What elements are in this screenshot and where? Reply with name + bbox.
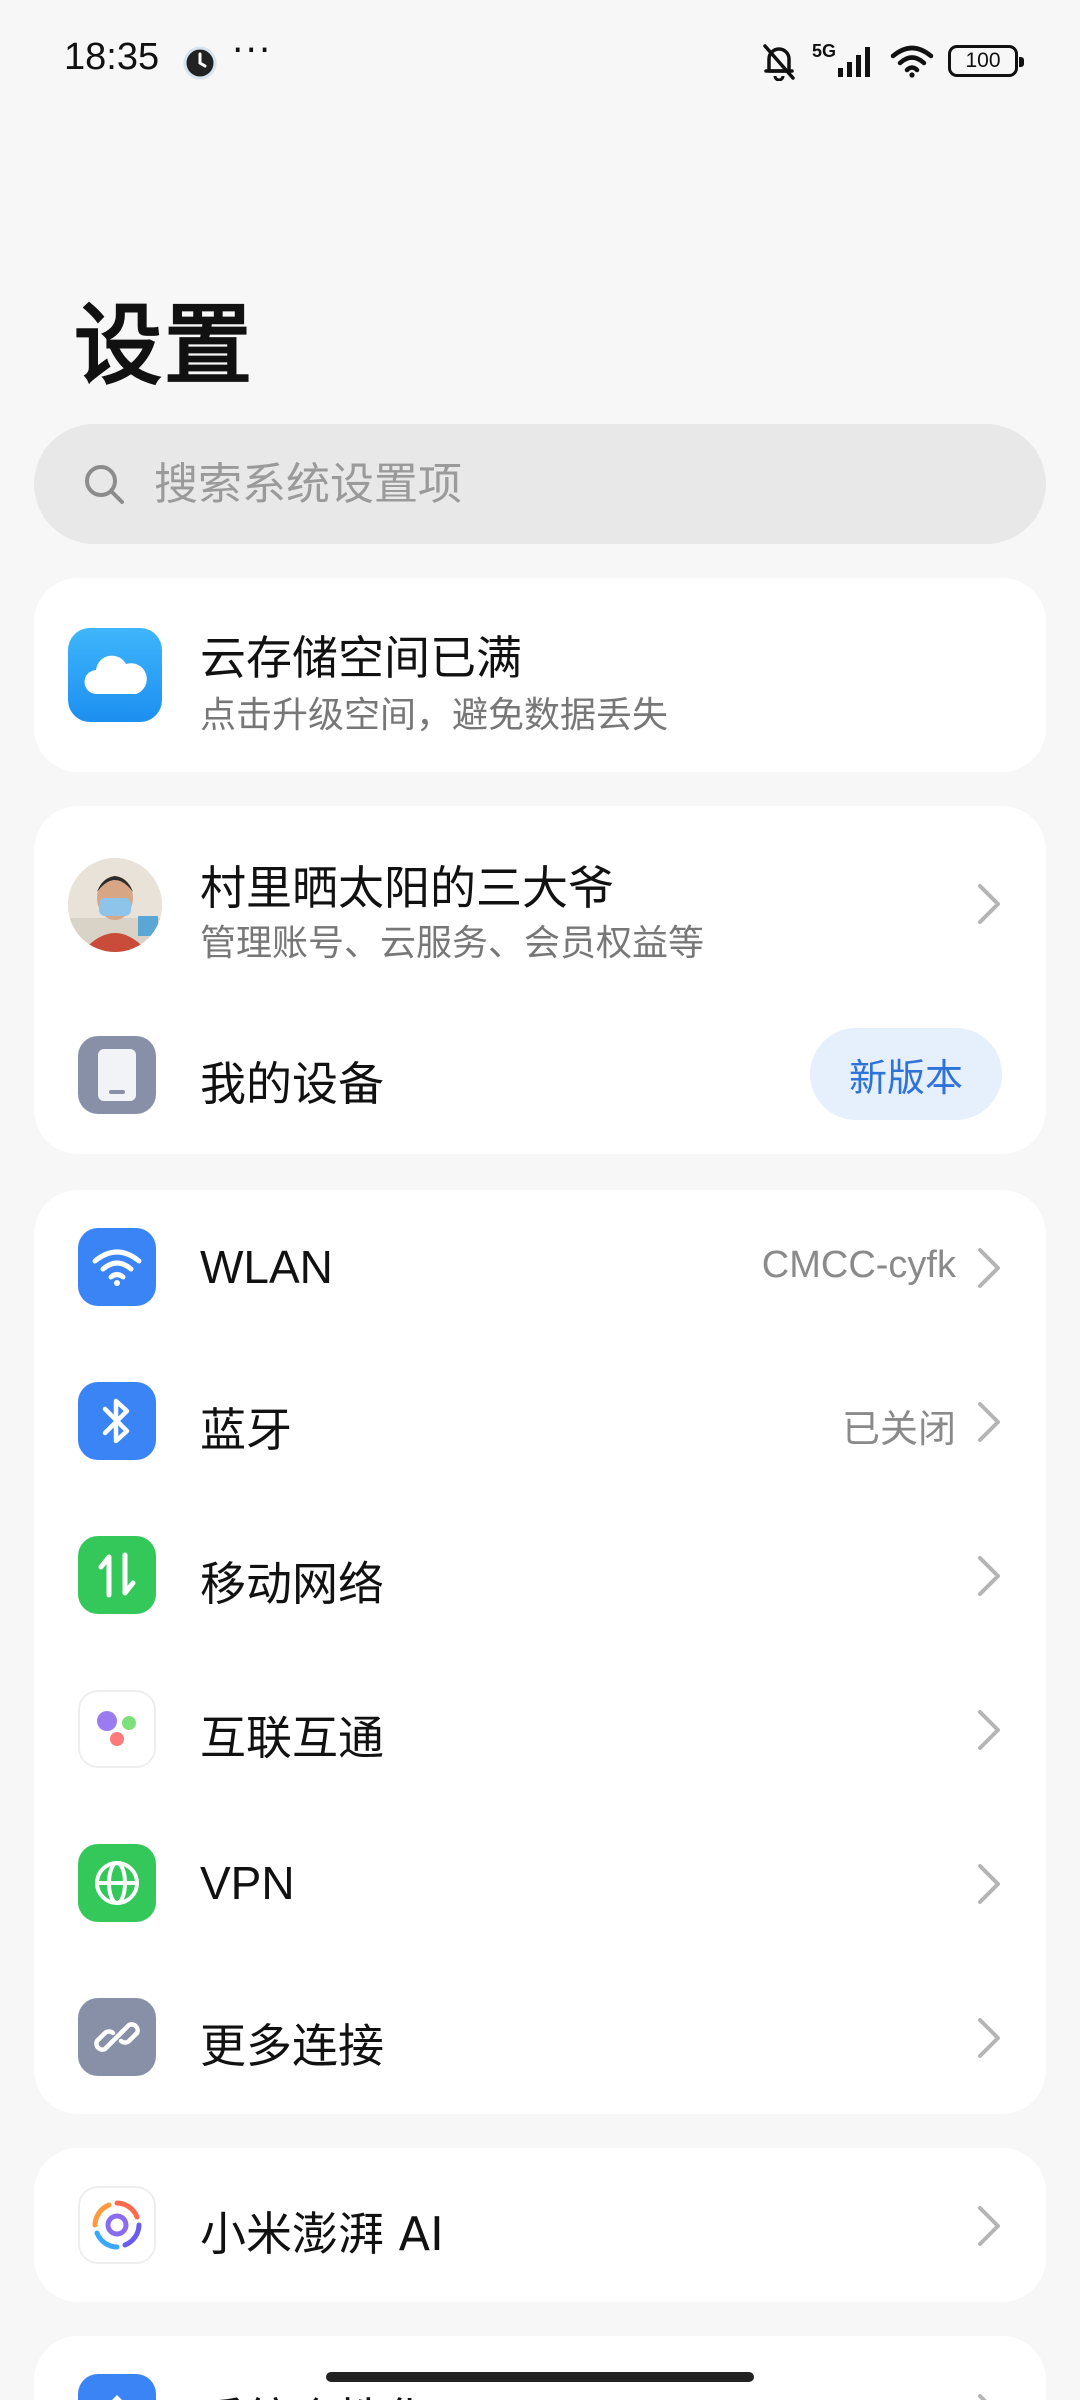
clock-icon [183,46,217,80]
xiaomi-ai-label: 小米澎湃 AI [200,2207,444,2261]
avatar [68,858,162,952]
chevron-right-icon [978,1864,1000,1904]
account-row[interactable]: 村里晒太阳的三大爷 管理账号、云服务、会员权益等 [34,806,1046,1000]
wlan-row[interactable]: WLAN CMCC-cyfk [34,1190,1046,1344]
my-device-label: 我的设备 [200,1057,384,1111]
chevron-right-icon [978,2394,987,2400]
new-version-badge[interactable]: 新版本 [810,1028,1002,1120]
search-icon [85,465,124,504]
vpn-row[interactable]: VPN [34,1806,1046,1960]
status-bar: 18:35 ··· 5G 100 [0,0,1080,130]
wifi-icon [78,1228,156,1306]
connectivity-card: WLAN CMCC-cyfk 蓝牙 已关闭 移动网络 互联互通 VPN 更多连接 [34,1190,1046,2114]
link-icon [78,1998,156,2076]
interconnect-row[interactable]: 互联互通 [34,1652,1046,1806]
more-notifications-icon: ··· [232,30,273,71]
page-title: 设置 [74,294,255,397]
interconnect-icon [78,1690,156,1768]
new-version-label: 新版本 [848,1055,963,1100]
bluetooth-value: 已关闭 [841,1407,956,1451]
chevron-right-icon [978,1402,1000,1442]
cloud-storage-card[interactable]: 云存储空间已满 点击升级空间，避免数据丢失 [34,578,1046,772]
status-time: 18:35 [64,36,160,78]
more-connections-label: 更多连接 [200,2019,384,2073]
wlan-label: WLAN [200,1241,333,1293]
mobile-network-row[interactable]: 移动网络 [34,1498,1046,1652]
cloud-storage-row[interactable]: 云存储空间已满 点击升级空间，避免数据丢失 [34,578,1046,772]
mobile-network-label: 移动网络 [200,1557,384,1611]
search-input[interactable] [154,424,1014,544]
ai-swirl-icon [78,2186,156,2264]
personalization-icon [78,2374,156,2400]
network-type-label: 5G [811,40,836,61]
chevron-right-icon [978,884,1000,924]
phone-device-icon [78,1036,156,1114]
xiaomi-ai-row[interactable]: 小米澎湃 AI [34,2148,1046,2302]
chevron-right-icon [978,2206,1000,2246]
wifi-icon [890,45,934,78]
bluetooth-row[interactable]: 蓝牙 已关闭 [34,1344,1046,1498]
search-bar[interactable] [34,424,1046,544]
globe-icon [78,1844,156,1922]
bluetooth-icon [78,1382,156,1460]
more-connections-row[interactable]: 更多连接 [34,1960,1046,2114]
bell-off-icon [763,44,795,81]
account-name: 村里晒太阳的三大爷 [200,861,614,915]
interconnect-label: 互联互通 [200,1711,384,1765]
personalization-card: 系统个性化 [34,2336,1046,2400]
status-icons: 5G 100 [760,40,1024,82]
personalization-row[interactable]: 系统个性化 [34,2336,1046,2400]
wlan-value: CMCC-cyfk [761,1244,956,1286]
personalization-label: 系统个性化 [200,2384,430,2400]
chevron-right-icon [978,2018,1000,2058]
signal-icon [838,47,870,77]
battery-level: 100 [965,49,1001,72]
cloud-storage-subtitle: 点击升级空间，避免数据丢失 [200,695,669,736]
account-card: 村里晒太阳的三大爷 管理账号、云服务、会员权益等 我的设备 新版本 [34,806,1046,1154]
ai-card: 小米澎湃 AI [34,2148,1046,2302]
cloud-icon [68,628,162,722]
battery-icon: 100 [948,45,1024,77]
cloud-storage-title: 云存储空间已满 [200,631,522,685]
my-device-row[interactable]: 我的设备 新版本 [34,1000,1046,1154]
vpn-label: VPN [200,1857,295,1909]
home-indicator[interactable] [326,2372,754,2382]
bluetooth-label: 蓝牙 [200,1403,292,1457]
chevron-right-icon [978,1710,1000,1750]
mobile-data-icon [78,1536,156,1614]
chevron-right-icon [978,1248,1000,1288]
account-subtitle: 管理账号、云服务、会员权益等 [200,923,705,964]
settings-screen: 18:35 ··· 5G 100 设置 搜索系统设置项 云存储空间已满 点击升级… [0,0,1080,2400]
chevron-right-icon [978,1556,1000,1596]
